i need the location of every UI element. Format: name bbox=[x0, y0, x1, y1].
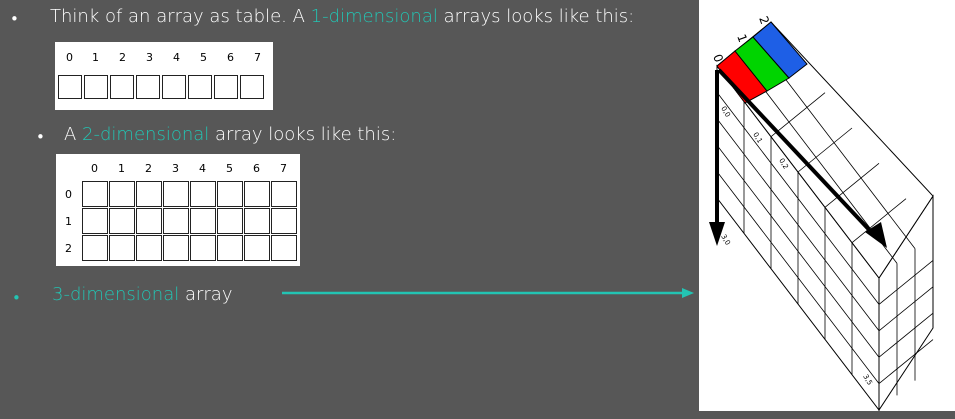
cell bbox=[188, 75, 212, 99]
line2-pre: A bbox=[64, 124, 83, 145]
line3-post: array bbox=[179, 284, 233, 305]
idx-5: 5 bbox=[200, 51, 207, 64]
table-2d: 0 1 2 3 4 5 6 7 0 1 2 bbox=[56, 154, 300, 266]
cell bbox=[58, 75, 82, 99]
bullet-1: • bbox=[10, 10, 19, 28]
cell bbox=[244, 208, 270, 234]
cell bbox=[82, 181, 108, 207]
cell bbox=[163, 235, 189, 261]
cell bbox=[136, 181, 162, 207]
cell bbox=[109, 235, 135, 261]
cell bbox=[217, 208, 243, 234]
cell bbox=[217, 235, 243, 261]
col-idx-4: 4 bbox=[199, 162, 206, 175]
pointer-arrow bbox=[282, 288, 694, 298]
cell bbox=[190, 181, 216, 207]
idx-1: 1 bbox=[92, 51, 99, 64]
cell bbox=[136, 208, 162, 234]
cell bbox=[244, 181, 270, 207]
line1-post: arrays looks like this: bbox=[437, 6, 635, 27]
cell bbox=[109, 208, 135, 234]
line2-post: array looks like this: bbox=[209, 124, 397, 145]
bullet-2: • bbox=[36, 128, 45, 146]
cell-label-3-0: 3,0 bbox=[719, 233, 731, 247]
text-line-1: Think of an array as table. A 1-dimensio… bbox=[50, 6, 634, 27]
cell bbox=[217, 181, 243, 207]
cell bbox=[82, 235, 108, 261]
idx-3: 3 bbox=[146, 51, 153, 64]
table-1d: 0 1 2 3 4 5 6 7 bbox=[55, 42, 273, 110]
idx-0: 0 bbox=[66, 51, 73, 64]
row-idx-0: 0 bbox=[65, 188, 72, 201]
bullet-3: • bbox=[12, 289, 21, 307]
line3-highlight: 3-dimensional bbox=[52, 284, 180, 305]
line2-highlight: 2-dimensional bbox=[82, 124, 210, 145]
cell bbox=[163, 208, 189, 234]
cell bbox=[162, 75, 186, 99]
cell bbox=[190, 208, 216, 234]
col-idx-3: 3 bbox=[172, 162, 179, 175]
cell bbox=[136, 235, 162, 261]
cell bbox=[110, 75, 134, 99]
text-line-2: A 2-dimensional array looks like this: bbox=[64, 124, 396, 145]
line1-highlight: 1-dimensional bbox=[310, 6, 438, 27]
col-idx-0: 0 bbox=[91, 162, 98, 175]
table-2d-grid bbox=[82, 181, 297, 261]
cell bbox=[109, 181, 135, 207]
col-idx-1: 1 bbox=[118, 162, 125, 175]
cell bbox=[240, 75, 264, 99]
col-idx-5: 5 bbox=[226, 162, 233, 175]
table-1d-cells bbox=[58, 75, 266, 99]
cell bbox=[271, 208, 297, 234]
idx-6: 6 bbox=[227, 51, 234, 64]
cell bbox=[271, 235, 297, 261]
line1-pre: Think of an array as table. A bbox=[50, 6, 311, 27]
cell bbox=[190, 235, 216, 261]
text-line-3: 3-dimensional array bbox=[52, 284, 232, 305]
cell bbox=[214, 75, 238, 99]
idx-2: 2 bbox=[119, 51, 126, 64]
cube-diagram: 0 1 2 0,0 0,1 0,2 3,0 3,5 bbox=[699, 0, 955, 412]
cell bbox=[244, 235, 270, 261]
idx-4: 4 bbox=[173, 51, 180, 64]
cell bbox=[271, 181, 297, 207]
cube-svg: 0 1 2 0,0 0,1 0,2 3,0 3,5 bbox=[709, 14, 934, 412]
row-idx-2: 2 bbox=[65, 242, 72, 255]
cell bbox=[163, 181, 189, 207]
cell bbox=[84, 75, 108, 99]
col-idx-7: 7 bbox=[280, 162, 287, 175]
col-idx-6: 6 bbox=[253, 162, 260, 175]
cell bbox=[82, 208, 108, 234]
cell bbox=[136, 75, 160, 99]
idx-7: 7 bbox=[254, 51, 261, 64]
row-idx-1: 1 bbox=[65, 215, 72, 228]
col-idx-2: 2 bbox=[145, 162, 152, 175]
